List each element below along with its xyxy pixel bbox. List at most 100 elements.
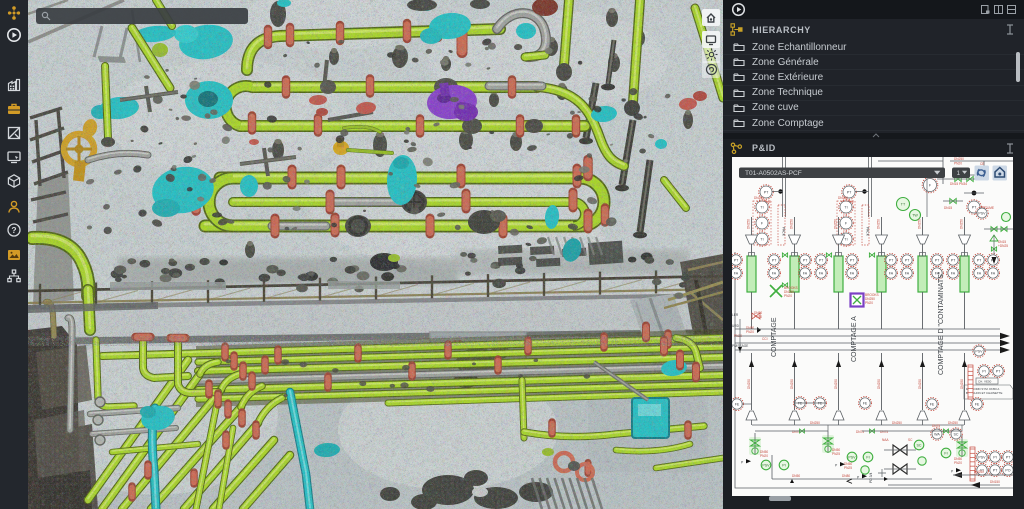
svg-text:FA: FA [803,272,808,276]
svg-text:PN20: PN20 [760,454,768,458]
svg-text:FE: FE [863,402,868,406]
svg-text:PT: PT [993,469,998,473]
svg-text:DN75: DN75 [856,430,864,434]
svg-text:SC: SC [908,438,913,442]
svg-text:DN250: DN250 [948,421,958,425]
svg-text:DN15: DN15 [944,206,952,210]
svg-text:DN250: DN250 [877,219,881,229]
svg-text:PN20: PN20 [746,330,754,334]
svg-text:FE: FE [818,402,823,406]
svg-text:URD: URD [732,324,740,328]
svg-text:PT: PT [734,259,739,263]
svg-text:PT: PT [935,259,940,263]
svg-text:PT: PT [889,259,894,263]
svg-text:P: P [835,464,838,468]
svg-text:PT: PT [977,259,982,263]
svg-text:DN250: DN250 [834,379,838,389]
svg-text:PSV: PSV [975,350,983,354]
svg-text:DN75: DN75 [880,430,888,434]
svg-text:FI: FI [944,452,947,456]
svg-text:PT: PT [803,259,808,263]
svg-text:DN250: DN250 [747,379,751,389]
svg-text:PD 3/4: PD 3/4 [869,473,873,483]
svg-text:CCI: CCI [762,337,768,341]
svg-text:FE: FE [735,403,740,407]
svg-text:DN250: DN250 [790,379,794,389]
svg-text:PT: PT [764,191,769,195]
svg-text:PSV: PSV [978,456,986,460]
svg-text:PI: PI [782,464,785,468]
svg-text:DN250: DN250 [877,379,881,389]
svg-text:DN15 PN34: DN15 PN34 [950,182,967,186]
svg-text:PT: PT [1006,456,1011,460]
svg-text:DN80: DN80 [842,474,850,478]
svg-text:PN25: PN25 [832,452,840,456]
svg-text:DN250: DN250 [892,421,902,425]
svg-text:PT: PT [819,259,824,263]
svg-text:DN250: DN250 [960,379,964,389]
svg-text:PI: PI [982,370,985,374]
svg-text:CE: CE [980,162,984,166]
svg-text:DN250: DN250 [918,219,922,229]
svg-text:DN250: DN250 [974,470,984,474]
svg-text:NAA: NAA [882,438,889,442]
svg-text:FA: FA [850,272,855,276]
svg-text:PT: PT [972,206,977,210]
svg-text:CH. VE50: CH. VE50 [978,380,992,384]
svg-text:PN20: PN20 [865,301,873,305]
svg-text:PN20: PN20 [784,294,792,298]
svg-text:TI: TI [760,238,763,242]
svg-text:TI: TI [844,238,847,242]
svg-text:DN75: DN75 [932,424,940,428]
svg-text:COMPTAGE A: COMPTAGE A [851,316,858,362]
svg-text:DN250: DN250 [747,219,751,229]
svg-text:PT: PT [772,259,777,263]
svg-text:PT: PT [850,259,855,263]
svg-text:TI: TI [760,206,763,210]
svg-text:FA: FA [977,272,982,276]
svg-text:DN250: DN250 [790,219,794,229]
svg-text:LER: LER [732,313,739,317]
svg-text:PN20: PN20 [954,162,962,166]
svg-text:P: P [741,461,744,465]
svg-text:PI: PI [993,456,996,460]
svg-text:PT: PT [847,191,852,195]
svg-text:PSV: PSV [762,464,770,468]
svg-text:FA: FA [991,272,996,276]
svg-text:DN150: DN150 [990,480,1000,484]
svg-text:PACK: PACK [866,227,870,237]
svg-text:TW: TW [912,214,918,218]
svg-text:PO: PO [1005,469,1010,473]
svg-text:SC: SC [954,433,959,437]
svg-text:DN250: DN250 [834,219,838,229]
svg-text:FI: FI [866,456,869,460]
svg-text:FE: FE [930,403,935,407]
svg-text:FE: FE [975,403,980,407]
svg-text:SC: SC [917,444,922,448]
svg-text:+DN25: +DN25 [998,244,1008,248]
svg-text:PT: PT [905,259,910,263]
svg-text:FA: FA [889,272,894,276]
svg-text:FA: FA [905,272,910,276]
svg-text:PUISSAGE: PUISSAGE [732,344,748,348]
svg-text:DN250: DN250 [960,219,964,229]
svg-text:PT: PT [996,370,1001,374]
svg-text:DN75: DN75 [792,430,800,434]
svg-text:PSV: PSV [848,456,856,460]
svg-text:1: 1 [957,170,961,177]
svg-text:COMPTAGE: COMPTAGE [771,317,778,357]
svg-text:FE: FE [798,402,803,406]
svg-text:DN250: DN250 [954,157,964,161]
svg-text:?: ? [11,225,16,235]
svg-text:PSV: PSV [978,212,986,216]
svg-text:FA: FA [772,272,777,276]
svg-text:DN250: DN250 [918,379,922,389]
svg-text:FA: FA [951,272,956,276]
svg-text:P: P [951,470,954,474]
svg-text:PN20: PN20 [954,461,962,465]
svg-text:FA: FA [819,272,824,276]
svg-text:PACK: PACK [782,227,786,237]
svg-text:COMPTAGE D "CONTAMINATS": COMPTAGE D "CONTAMINATS" [938,271,945,375]
svg-text:PT: PT [951,259,956,263]
svg-text:TI: TI [844,206,847,210]
